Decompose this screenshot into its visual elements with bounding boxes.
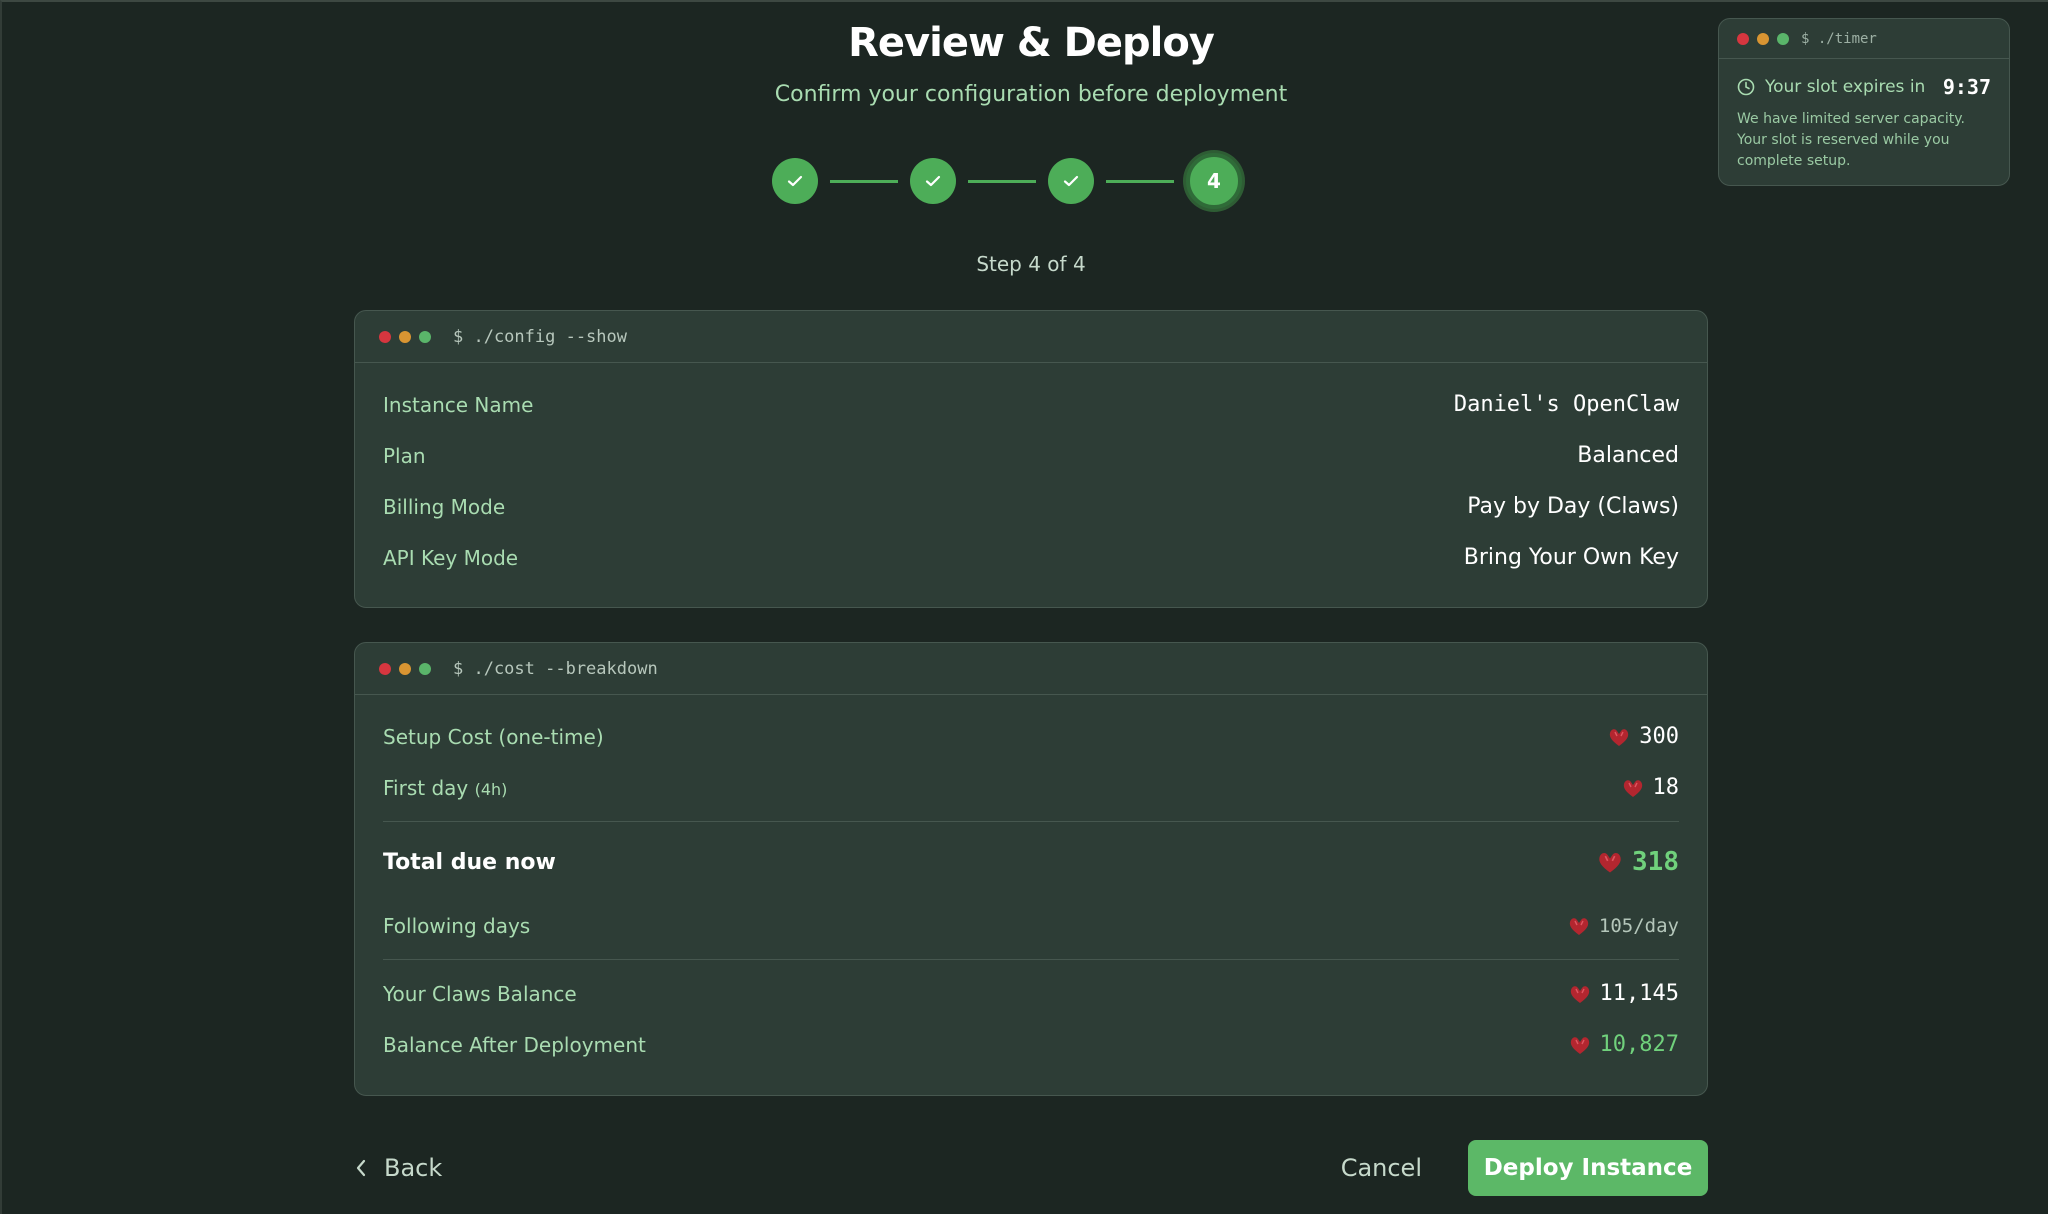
window-dot-yellow — [399, 330, 411, 343]
divider — [383, 959, 1679, 960]
footer-actions: Back Cancel Deploy Instance — [354, 1140, 1708, 1196]
cost-body: Setup Cost (one-time) 300 First day (4h)… — [355, 695, 1707, 1084]
claws-balance-label: Your Claws Balance — [383, 981, 577, 1006]
window-dot-yellow — [1757, 32, 1769, 45]
step-4-current: 4 — [1186, 153, 1242, 209]
cost-row-balance-after: Balance After Deployment 10,827 — [383, 1019, 1679, 1070]
step-3-complete — [1048, 158, 1094, 204]
following-days-amount: 105/day — [1598, 914, 1679, 937]
setup-cost-amount: 300 — [1639, 724, 1679, 749]
timer-countdown-row: Your slot expires in 9:37 — [1719, 59, 2009, 99]
first-day-label: First day — [383, 775, 469, 800]
window-dot-yellow — [399, 662, 411, 675]
window-dot-green — [419, 662, 431, 675]
claw-currency-icon — [1570, 1036, 1589, 1054]
timer-note: We have limited server capacity. Your sl… — [1737, 111, 1965, 169]
step-connector — [968, 179, 1036, 183]
chevron-left-icon — [356, 1159, 366, 1177]
setup-cost-label: Setup Cost (one-time) — [383, 724, 604, 749]
config-row-instance-name: Instance Name Daniel's OpenClaw — [383, 379, 1679, 430]
step-1-complete — [772, 158, 818, 204]
claw-currency-icon — [1610, 728, 1629, 746]
claw-currency-icon — [1623, 779, 1642, 797]
total-due-amount: 318 — [1632, 847, 1679, 877]
config-label: Instance Name — [383, 392, 534, 417]
cost-title-bar: $ ./cost --breakdown — [355, 643, 1707, 695]
config-value: Daniel's OpenClaw — [1453, 392, 1679, 417]
config-row-billing-mode: Billing Mode Pay by Day (Claws) — [383, 481, 1679, 532]
config-value: Pay by Day (Claws) — [1467, 494, 1679, 519]
timer-title-bar: $ ./timer — [1719, 19, 2009, 59]
window-dot-red — [1737, 32, 1749, 45]
total-due-label: Total due now — [383, 849, 556, 875]
claw-currency-icon — [1569, 917, 1589, 935]
cost-row-following-days: Following days 105/day — [383, 900, 1679, 951]
timer-command: $ ./timer — [1801, 30, 1877, 47]
first-day-label-group: First day (4h) — [383, 776, 507, 800]
cancel-button[interactable]: Cancel — [1341, 1154, 1422, 1182]
progress-stepper: 4 — [772, 153, 1242, 209]
config-command: $ ./config --show — [453, 326, 627, 347]
timer-label: Your slot expires in — [1765, 77, 1926, 97]
divider — [383, 821, 1679, 822]
config-value: Bring Your Own Key — [1463, 545, 1679, 570]
config-label: API Key Mode — [383, 545, 519, 570]
balance-after-value: 10,827 — [1568, 1032, 1679, 1057]
config-row-plan: Plan Balanced — [383, 430, 1679, 481]
cost-row-total: Total due now 318 — [383, 830, 1679, 894]
check-icon — [787, 175, 803, 187]
cost-row-balance: Your Claws Balance 11,145 — [383, 968, 1679, 1019]
first-day-value: 18 — [1621, 775, 1680, 800]
window-dot-red — [379, 330, 391, 343]
total-due-value: 318 — [1596, 847, 1679, 877]
config-card: $ ./config --show Instance Name Daniel's… — [354, 310, 1708, 608]
slot-timer-panel: $ ./timer Your slot expires in 9:37 We h… — [1718, 18, 2010, 186]
config-value: Balanced — [1577, 443, 1679, 468]
window-dot-green — [1777, 32, 1789, 45]
first-day-amount: 18 — [1652, 775, 1680, 800]
cost-command: $ ./cost --breakdown — [453, 658, 658, 679]
config-body: Instance Name Daniel's OpenClaw Plan Bal… — [355, 363, 1707, 597]
following-days-label: Following days — [383, 913, 531, 938]
claws-balance-amount: 11,145 — [1599, 981, 1679, 1006]
cost-row-setup: Setup Cost (one-time) 300 — [383, 711, 1679, 762]
timer-value: 9:37 — [1942, 75, 1991, 99]
claws-balance-value: 11,145 — [1568, 981, 1679, 1006]
window-dot-green — [419, 330, 431, 343]
setup-cost-value: 300 — [1607, 724, 1679, 749]
check-icon — [925, 175, 941, 187]
back-button[interactable]: Back — [354, 1154, 442, 1182]
claw-currency-icon — [1570, 985, 1589, 1003]
step-connector — [830, 179, 898, 183]
balance-after-amount: 10,827 — [1599, 1032, 1679, 1057]
clock-icon — [1737, 78, 1755, 96]
check-icon — [1063, 175, 1079, 187]
step-label: Step 4 of 4 — [976, 252, 1086, 276]
balance-after-label: Balance After Deployment — [383, 1032, 646, 1057]
step-2-complete — [910, 158, 956, 204]
window-dot-red — [379, 662, 391, 675]
deploy-instance-button[interactable]: Deploy Instance — [1468, 1140, 1708, 1196]
config-label: Billing Mode — [383, 494, 506, 519]
first-day-note: (4h) — [474, 779, 508, 799]
config-label: Plan — [383, 443, 426, 468]
review-deploy-page: Review & Deploy Confirm your configurati… — [0, 0, 2048, 1214]
claw-currency-icon — [1599, 852, 1621, 873]
step-connector — [1106, 179, 1174, 183]
config-title-bar: $ ./config --show — [355, 311, 1707, 363]
back-label: Back — [384, 1154, 443, 1182]
config-row-api-key-mode: API Key Mode Bring Your Own Key — [383, 532, 1679, 583]
following-days-value: 105/day — [1567, 915, 1679, 937]
cost-card: $ ./cost --breakdown Setup Cost (one-tim… — [354, 642, 1708, 1096]
cost-row-first-day: First day (4h) 18 — [383, 762, 1679, 813]
